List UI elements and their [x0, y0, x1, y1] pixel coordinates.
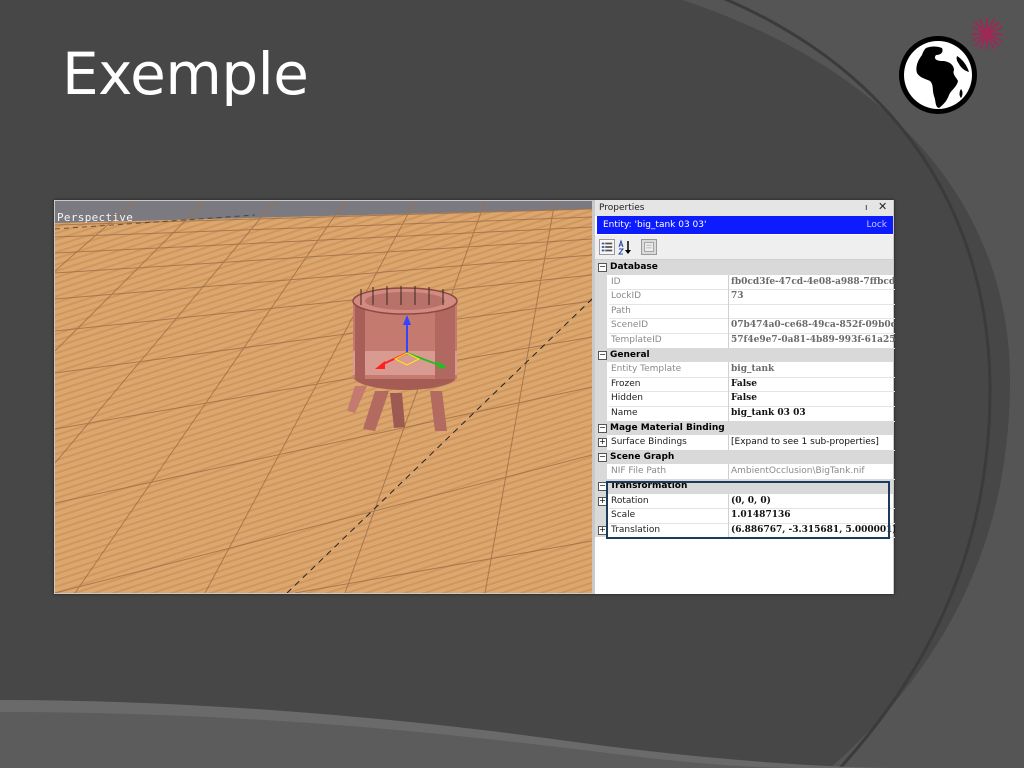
property-row-path[interactable]: Path [595, 303, 895, 320]
expand-icon[interactable]: + [598, 525, 607, 535]
category-mage-material-binding[interactable]: − Mage Material Binding [595, 420, 893, 436]
entity-label: Entity: 'big_tank 03 03' [603, 220, 707, 230]
property-row-lockid[interactable]: LockID 73 [595, 289, 895, 305]
category-database[interactable]: − Database [595, 260, 893, 275]
properties-toolbar [595, 235, 893, 260]
category-general[interactable]: − General [595, 347, 893, 363]
collapse-icon[interactable]: − [598, 481, 607, 491]
property-row-id[interactable]: ID fb0cd3fe-47cd-4e08-a988-7ffbcd [595, 274, 895, 291]
expand-icon[interactable]: + [598, 438, 607, 448]
property-row-surface-bindings[interactable]: + Surface Bindings [Expand to see 1 sub-… [595, 435, 895, 451]
collapse-icon[interactable]: − [598, 423, 607, 433]
categorized-view-icon[interactable] [599, 239, 615, 255]
perspective-viewport[interactable]: Perspective [55, 201, 592, 593]
property-row-sceneid[interactable]: SceneID 07b474a0-ce68-49ca-852f-09b0c [595, 318, 895, 334]
property-row-rotation[interactable]: + Rotation (0, 0, 0) [595, 493, 895, 510]
category-scene-graph[interactable]: − Scene Graph [595, 449, 893, 465]
property-row-templateid[interactable]: TemplateID 57f4e9e7-0a81-4b89-993f-61a25 [595, 332, 895, 349]
collapse-icon[interactable]: − [598, 263, 607, 272]
floor-grid [55, 201, 592, 593]
pin-icon[interactable]: ı [865, 200, 868, 216]
category-transformation[interactable]: − Transformation [595, 478, 893, 494]
collapse-icon[interactable]: − [598, 350, 607, 360]
property-row-entity-template[interactable]: Entity Template big_tank [595, 362, 895, 378]
property-pages-icon[interactable] [641, 239, 657, 255]
collapse-icon[interactable]: − [598, 452, 607, 462]
properties-header: Properties ı ✕ [595, 200, 893, 216]
editor-screenshot: Perspective Properties ı ✕ Entity: 'big_… [54, 200, 895, 594]
expand-icon[interactable]: + [598, 496, 607, 506]
viewport-label: Perspective [57, 211, 134, 224]
property-row-translation[interactable]: + Translation (6.886767, -3.315681, 5.00… [595, 522, 895, 539]
properties-panel: Properties ı ✕ Entity: 'big_tank 03 03' … [595, 200, 895, 594]
lock-button[interactable]: Lock [866, 216, 887, 234]
entity-selector[interactable]: Entity: 'big_tank 03 03' Lock [597, 216, 893, 234]
alphabetical-sort-icon[interactable] [617, 239, 633, 255]
globe-africa-icon [899, 36, 977, 114]
property-row-name[interactable]: Name big_tank 03 03 [595, 405, 895, 422]
slide-title: Exemple [62, 40, 309, 108]
property-grid: − Database ID fb0cd3fe-47cd-4e08-a988-7f… [595, 260, 895, 539]
property-row-scale[interactable]: Scale 1.01487136 [595, 508, 895, 524]
properties-title: Properties [599, 203, 645, 213]
close-icon[interactable]: ✕ [878, 199, 887, 215]
property-row-frozen[interactable]: Frozen False [595, 376, 895, 393]
property-row-hidden[interactable]: Hidden False [595, 391, 895, 407]
property-row-nif-file-path[interactable]: NIF File Path AmbientOcclusion\BigTank.n… [595, 464, 895, 480]
